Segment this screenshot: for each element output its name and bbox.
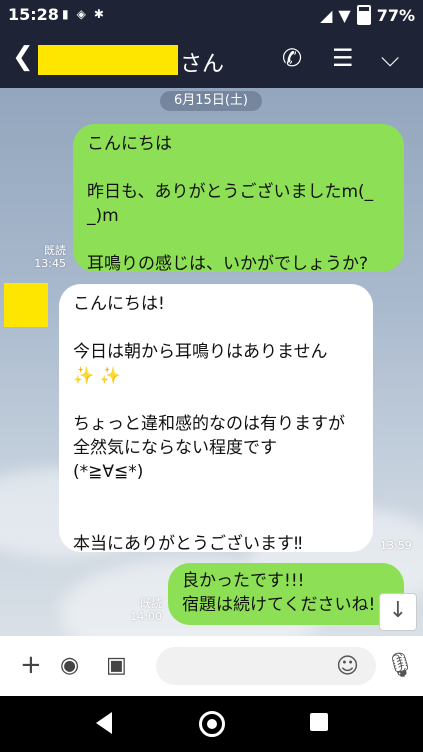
message-text: 良かったです!!! 宿題は続けてくださいね! [182,571,376,615]
battery-saver-icon: ▮ [62,7,69,21]
battery-percent: 77% [376,5,415,25]
plus-icon[interactable]: + [20,650,42,680]
emoji-icon[interactable]: ☺ [336,654,359,679]
camera-icon[interactable]: ◉ [60,653,79,678]
message-time: 13:45 [34,257,66,270]
message-meta: 既読 13:45 [28,244,66,270]
nav-back-icon[interactable] [96,712,112,734]
nav-recents-icon[interactable] [310,713,328,731]
notification-icon: ✱ [93,7,104,21]
chat-area[interactable]: 6月15日(土) こんにちは 昨日も、ありがとうございましたm(_ _)m 耳鳴… [0,88,423,636]
contact-avatar[interactable] [4,283,48,327]
message-bubble-sent[interactable]: 良かったです!!! 宿題は続けてくださいね! [168,563,404,625]
nav-home-icon[interactable] [199,711,225,737]
battery-icon [356,5,371,25]
clock: 15:28 [8,5,59,24]
read-receipt: 既読 [140,597,162,610]
message-meta: 13:59 [380,539,416,552]
message-input-bar: + ◉ ▣ ☺ 🎙︎ [0,636,423,696]
arrow-down-icon: ↓ [388,598,408,623]
contact-name-redacted [38,45,178,75]
message-meta: 既読 14:00 [126,597,162,623]
signal-icon: ◢ [320,5,333,25]
scroll-down-button[interactable]: ↓ [379,593,417,631]
message-bubble-received[interactable]: こんにちは! 今日は朝から耳鳴りはありません ✨ ✨ ちょっと違和感的なのは有り… [59,284,373,554]
date-separator: 6月15日(土) [160,91,262,111]
notes-icon[interactable]: ☰ [332,44,354,72]
wifi-icon: ▼ [338,5,351,25]
status-bar: 15:28 ▮ ◈ ✱ ◢ ▼ 77% [0,0,423,30]
menu-chevron-icon[interactable]: ⌵ [381,44,399,72]
contact-name-suffix: さん [180,52,225,77]
phone-icon[interactable]: ✆ [282,44,302,72]
message-text: こんにちは! 今日は朝から耳鳴りはありません ✨ ✨ ちょっと違和感的なのは有り… [73,294,345,554]
microphone-icon[interactable]: 🎙︎ [385,651,415,679]
message-bubble-sent[interactable]: こんにちは 昨日も、ありがとうございましたm(_ _)m 耳鳴りの感じは、いかが… [73,124,404,274]
chat-header: ❮ さん ✆ ☰ ⌵ [0,30,423,88]
read-receipt: 既読 [44,244,66,257]
back-icon[interactable]: ❮ [12,42,34,72]
message-time: 14:00 [130,610,162,623]
system-nav-bar [0,696,423,752]
image-icon[interactable]: ▣ [106,653,127,678]
data-0-icon: ◈ [76,7,86,21]
message-text: こんにちは 昨日も、ありがとうございましたm(_ _)m 耳鳴りの感じは、いかが… [87,134,374,274]
message-time: 13:59 [380,539,412,552]
